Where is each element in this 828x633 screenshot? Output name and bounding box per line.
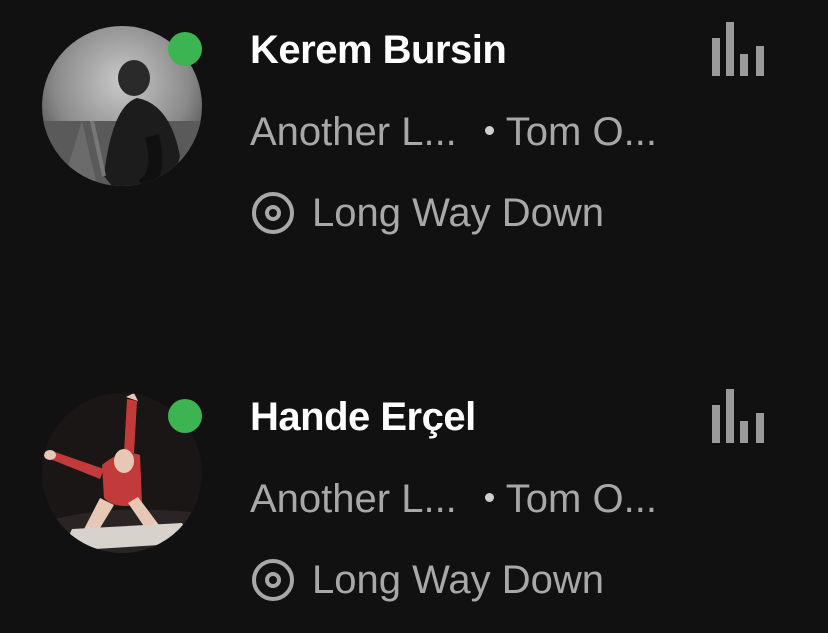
online-status-dot	[168, 32, 202, 66]
now-playing-bars-icon	[712, 389, 764, 443]
friend-item-hande-ercel[interactable]: Hande Erçel Another L... Tom O... Long Wa…	[0, 367, 828, 617]
track-title[interactable]: Another L...	[250, 477, 457, 521]
track-info: Another L... Tom O...	[250, 110, 657, 155]
context-name[interactable]: Long Way Down	[312, 558, 604, 603]
track-artist[interactable]: Tom O...	[506, 477, 657, 521]
friend-name[interactable]: Kerem Bursin	[250, 28, 507, 73]
track-info: Another L... Tom O...	[250, 477, 657, 522]
now-playing-bars-icon	[712, 22, 764, 76]
album-disc-icon	[252, 192, 294, 234]
separator-dot	[484, 492, 494, 502]
friend-activity-panel: Kerem Bursin Another L... Tom O... Long W…	[0, 0, 828, 633]
track-artist[interactable]: Tom O...	[506, 110, 657, 154]
friend-item-kerem-bursin[interactable]: Kerem Bursin Another L... Tom O... Long W…	[0, 0, 828, 250]
playing-context[interactable]: Long Way Down	[250, 190, 604, 236]
separator-dot	[484, 125, 494, 135]
track-title[interactable]: Another L...	[250, 110, 457, 154]
friend-name[interactable]: Hande Erçel	[250, 395, 476, 440]
avatar-container[interactable]	[42, 393, 202, 553]
album-disc-icon	[252, 559, 294, 601]
avatar-container[interactable]	[42, 26, 202, 186]
context-name[interactable]: Long Way Down	[312, 191, 604, 236]
online-status-dot	[168, 399, 202, 433]
playing-context[interactable]: Long Way Down	[250, 557, 604, 603]
